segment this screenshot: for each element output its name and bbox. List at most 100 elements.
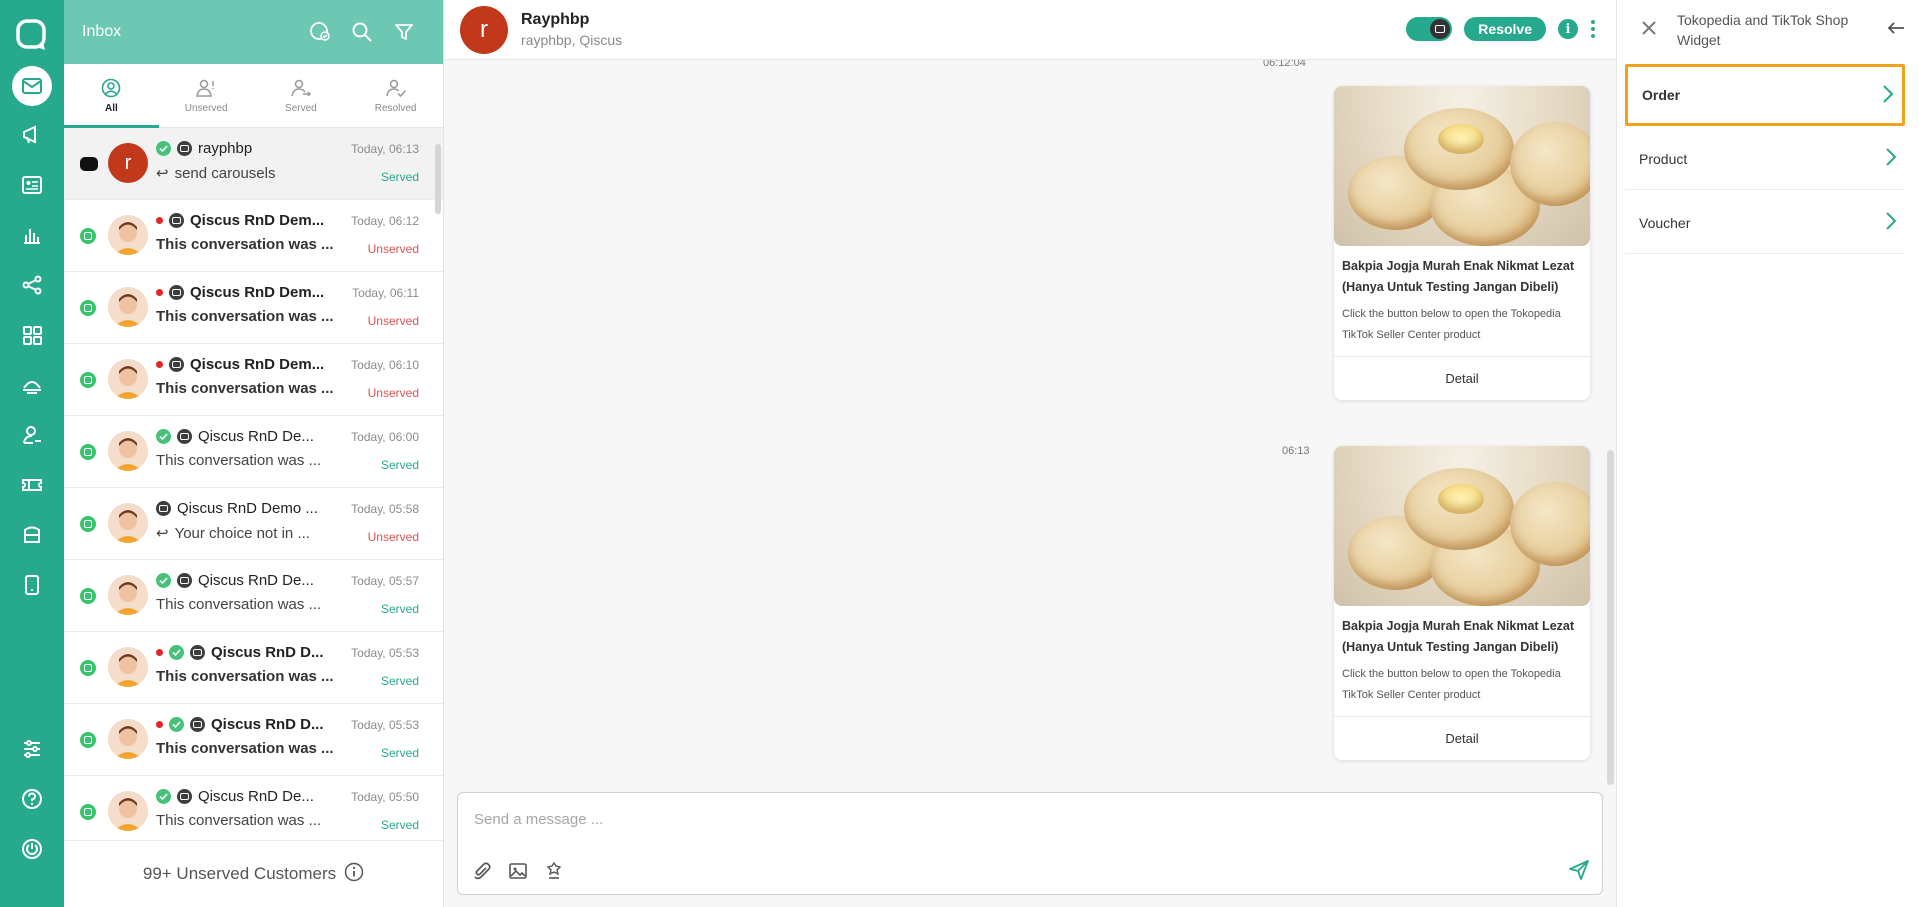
- integration-icon[interactable]: [12, 265, 52, 305]
- conversation-row[interactable]: Qiscus RnD Dem... This conversation was …: [64, 344, 443, 416]
- unread-dot: [156, 721, 163, 728]
- chat-header: r Rayphbp rayphbp, Qiscus Resolve i: [444, 0, 1616, 60]
- tiktok-icon: [177, 429, 192, 444]
- product-description: Click the button below to open the Tokop…: [1342, 308, 1561, 341]
- tab-served-label: Served: [285, 102, 317, 114]
- detail-button[interactable]: Detail: [1334, 716, 1590, 760]
- reply-icon: ↩: [156, 525, 169, 542]
- tiktok-icon: [156, 501, 171, 516]
- resolved-icon: [385, 79, 406, 97]
- conversation-preview: This conversation was ...: [156, 308, 334, 325]
- conversation-preview: This conversation was ...: [156, 740, 334, 757]
- conversation-row[interactable]: Qiscus RnD De... This conversation was .…: [64, 416, 443, 488]
- power-icon[interactable]: [12, 829, 52, 869]
- contact-avatar[interactable]: r: [460, 5, 508, 54]
- message-input[interactable]: Send a message ...: [474, 811, 603, 828]
- resolve-button[interactable]: Resolve: [1464, 17, 1546, 41]
- livechat-channel-icon: [80, 588, 96, 604]
- product-title: Bakpia Jogja Murah Enak Nikmat Lezat (Ha…: [1342, 619, 1575, 654]
- tiktok-icon: [190, 645, 205, 660]
- widget-item-order[interactable]: Order: [1625, 64, 1905, 126]
- image-icon[interactable]: [508, 861, 528, 886]
- unread-dot: [156, 649, 163, 656]
- ticket-icon[interactable]: [12, 465, 52, 505]
- send-icon[interactable]: [1568, 859, 1590, 886]
- livechat-channel-icon: [80, 300, 96, 316]
- contact-card-icon[interactable]: [12, 165, 52, 205]
- search-icon[interactable]: [341, 12, 383, 52]
- chevron-right-icon: [1885, 147, 1897, 170]
- avatar: [108, 575, 148, 615]
- unserved-customers-footer[interactable]: 99+ Unserved Customers: [64, 840, 443, 907]
- message-timestamp: 06:13: [1282, 445, 1310, 457]
- conversation-time: Today, 05:53: [351, 646, 419, 660]
- channel-status-icon[interactable]: [299, 12, 341, 52]
- info-icon[interactable]: [344, 862, 364, 887]
- message-timestamp: 06:12:04: [1263, 60, 1306, 69]
- conversation-row[interactable]: r rayphbp ↩ send carousels Today, 06:13 …: [64, 128, 443, 200]
- conversation-time: Today, 05:57: [351, 574, 419, 588]
- conversation-row[interactable]: Qiscus RnD Dem... This conversation was …: [64, 200, 443, 272]
- widget-item-product[interactable]: Product: [1625, 128, 1905, 190]
- conversation-name: Qiscus RnD Dem...: [190, 284, 325, 301]
- analytics-icon[interactable]: [12, 215, 52, 255]
- tiktok-icon: [177, 789, 192, 804]
- conversation-list: r rayphbp ↩ send carousels Today, 06:13 …: [64, 128, 443, 840]
- back-arrow-icon[interactable]: [1887, 21, 1905, 40]
- avatar: [108, 719, 148, 759]
- conversation-preview: Your choice not in ...: [174, 524, 310, 542]
- avatar: [108, 503, 148, 543]
- storage-icon[interactable]: [12, 515, 52, 555]
- conversation-name: rayphbp: [198, 140, 253, 157]
- widget-title: Tokopedia and TikTok Shop Widget: [1677, 12, 1849, 48]
- conversation-row[interactable]: Qiscus RnD Dem... This conversation was …: [64, 272, 443, 344]
- more-options-icon[interactable]: [1590, 20, 1596, 38]
- tab-all[interactable]: All: [64, 64, 159, 128]
- message-composer[interactable]: Send a message ...: [457, 792, 1603, 895]
- template-icon[interactable]: [544, 861, 564, 886]
- tab-resolved[interactable]: Resolved: [348, 64, 443, 127]
- avatar: [108, 647, 148, 687]
- widget-item-voucher[interactable]: Voucher: [1625, 192, 1905, 254]
- conversation-name: Qiscus RnD Demo ...: [177, 500, 318, 517]
- detail-button[interactable]: Detail: [1334, 356, 1590, 400]
- tab-served[interactable]: Served: [254, 64, 349, 127]
- chat-scrollbar[interactable]: [1607, 450, 1614, 785]
- conversation-time: Today, 06:13: [351, 142, 419, 156]
- tab-unserved[interactable]: Unserved: [159, 64, 254, 127]
- agent-icon[interactable]: [12, 415, 52, 455]
- unserved-customers-label: 99+ Unserved Customers: [142, 864, 337, 883]
- info-icon[interactable]: i: [1558, 19, 1578, 39]
- conversation-row[interactable]: Qiscus RnD De... This conversation was .…: [64, 776, 443, 840]
- chevron-right-icon: [1885, 211, 1897, 234]
- widget-item-label: Product: [1639, 150, 1688, 167]
- inbox-scrollbar[interactable]: [435, 144, 441, 214]
- chat-panel: r Rayphbp rayphbp, Qiscus Resolve i 06:1…: [444, 0, 1616, 907]
- livechat-channel-icon: [80, 516, 96, 532]
- apps-icon[interactable]: [12, 315, 52, 355]
- status-badge: Unserved: [367, 386, 419, 400]
- conversation-row[interactable]: Qiscus RnD Demo ... ↩ Your choice not in …: [64, 488, 443, 560]
- settings-icon[interactable]: [12, 729, 52, 769]
- broadcast-icon[interactable]: [12, 115, 52, 155]
- chat-logo-icon[interactable]: [15, 18, 49, 52]
- channel-toggle[interactable]: [1406, 17, 1453, 41]
- inbox-icon[interactable]: [12, 66, 52, 106]
- conversation-preview: This conversation was ...: [156, 236, 334, 253]
- bot-icon[interactable]: [12, 365, 52, 405]
- help-icon[interactable]: [12, 779, 52, 819]
- tab-unserved-label: Unserved: [184, 102, 228, 114]
- status-badge: Unserved: [367, 530, 419, 544]
- conversation-preview: This conversation was ...: [156, 668, 334, 685]
- status-badge: Unserved: [367, 314, 419, 328]
- close-icon[interactable]: [1641, 20, 1657, 41]
- check-icon: [156, 573, 171, 588]
- attachment-icon[interactable]: [472, 861, 492, 886]
- conversation-row[interactable]: Qiscus RnD D... This conversation was ..…: [64, 704, 443, 776]
- livechat-channel-icon: [80, 804, 96, 820]
- filter-icon[interactable]: [383, 12, 425, 52]
- mobile-icon[interactable]: [12, 565, 52, 605]
- inbox-tabs: All Unserved Served Resolved: [64, 64, 443, 128]
- conversation-row[interactable]: Qiscus RnD D... This conversation was ..…: [64, 632, 443, 704]
- conversation-row[interactable]: Qiscus RnD De... This conversation was .…: [64, 560, 443, 632]
